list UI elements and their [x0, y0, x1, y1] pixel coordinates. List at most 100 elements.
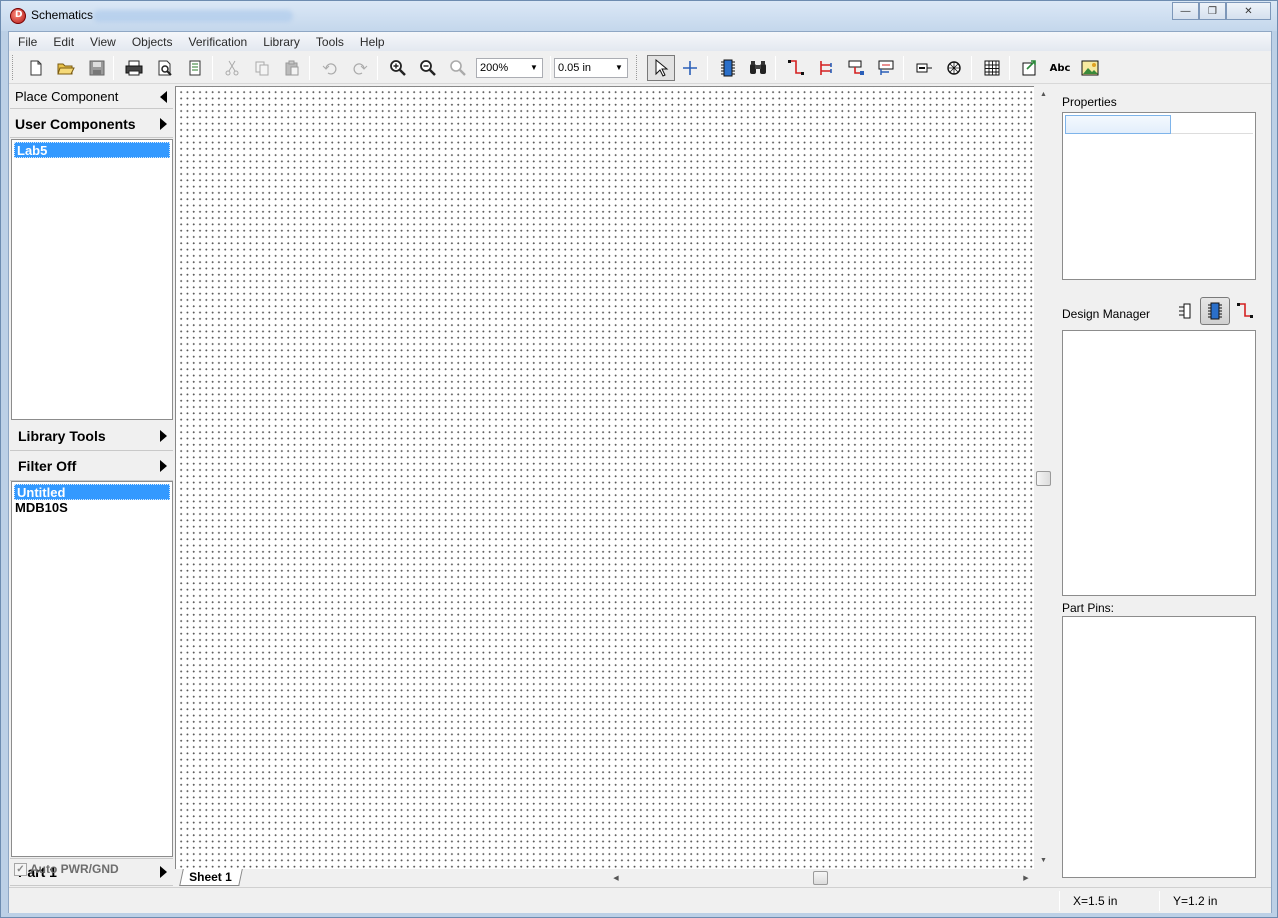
- open-folder-icon[interactable]: [55, 57, 77, 79]
- cut-icon[interactable]: [221, 57, 243, 79]
- menu-verification[interactable]: Verification: [180, 35, 255, 49]
- toolbar-separator: [113, 56, 114, 80]
- zoom-in-icon[interactable]: [387, 57, 409, 79]
- net-label-icon[interactable]: [875, 57, 897, 79]
- menu-objects[interactable]: Objects: [123, 35, 180, 49]
- close-button[interactable]: ✕: [1226, 2, 1271, 20]
- window-title: Schematics: [31, 8, 94, 22]
- main-toolbar: 200% ▼ 0.05 in ▼ Abc: [9, 51, 1271, 84]
- status-x-coord: X=1.5 in: [1073, 894, 1118, 908]
- design-manager-list[interactable]: [1062, 330, 1256, 596]
- blurred-title-extra: [93, 10, 293, 22]
- menu-file[interactable]: File: [9, 35, 44, 49]
- component-list[interactable]: Untitled MDB10S: [11, 481, 173, 857]
- library-tools-header[interactable]: Library Tools: [10, 421, 173, 451]
- menu-edit[interactable]: Edit: [44, 35, 81, 49]
- undo-icon[interactable]: [319, 57, 341, 79]
- user-components-list[interactable]: Lab5: [11, 139, 173, 420]
- grid-size-value: 0.05 in: [558, 62, 592, 74]
- grid-size-select[interactable]: 0.05 in ▼: [554, 58, 628, 78]
- zoom-select[interactable]: 200% ▼: [476, 58, 543, 78]
- auto-pwr-gnd-checkbox[interactable]: ✓ Auto PWR/GND: [14, 862, 119, 876]
- list-item[interactable]: MDB10S: [12, 500, 172, 516]
- expand-arrow-icon[interactable]: [160, 866, 167, 878]
- scroll-down-icon[interactable]: ▼: [1035, 852, 1052, 869]
- dropdown-arrow-icon: ▼: [530, 63, 538, 72]
- part-pins-list[interactable]: [1062, 616, 1256, 878]
- new-file-icon[interactable]: [25, 57, 47, 79]
- properties-title: Properties: [1062, 95, 1117, 109]
- list-item[interactable]: Untitled: [14, 484, 170, 500]
- design-manager-title: Design Manager: [1062, 307, 1151, 321]
- print-preview-icon[interactable]: [154, 57, 176, 79]
- expand-arrow-icon[interactable]: [160, 429, 167, 442]
- pin-icon[interactable]: [913, 57, 935, 79]
- minimize-button[interactable]: —: [1172, 2, 1199, 20]
- scroll-up-icon[interactable]: ▲: [1035, 86, 1052, 103]
- expand-arrow-icon[interactable]: [160, 117, 167, 130]
- report-icon[interactable]: [184, 57, 206, 79]
- vertical-scroll-thumb[interactable]: [1036, 471, 1051, 486]
- picture-icon[interactable]: [1079, 57, 1101, 79]
- title-bar: D Schematics — ❐ ✕: [1, 1, 1277, 31]
- part-pins-title: Part Pins:: [1062, 601, 1115, 615]
- user-components-header[interactable]: User Components: [10, 110, 173, 138]
- auto-pwr-gnd-label: Auto PWR/GND: [30, 862, 119, 876]
- collapse-arrow-icon[interactable]: [160, 90, 167, 103]
- right-panel: Properties Design Manager Part Pins:: [1053, 85, 1271, 885]
- property-cell[interactable]: [1065, 115, 1171, 134]
- select-pointer-icon[interactable]: [647, 55, 675, 81]
- zoom-fit-icon[interactable]: [447, 57, 469, 79]
- crosshair-icon[interactable]: [679, 57, 701, 79]
- place-component-header[interactable]: Place Component: [10, 85, 173, 109]
- toolbar-separator: [707, 56, 708, 80]
- tab-sheet-1[interactable]: Sheet 1: [179, 869, 243, 886]
- left-panel: Place Component User Components Lab5 Lib…: [10, 85, 173, 886]
- properties-grid[interactable]: [1062, 112, 1256, 280]
- save-icon[interactable]: [86, 57, 108, 79]
- pattern-icon[interactable]: [943, 57, 965, 79]
- restore-button[interactable]: ❐: [1199, 2, 1226, 20]
- paste-icon[interactable]: [281, 57, 303, 79]
- menu-help[interactable]: Help: [351, 35, 392, 49]
- horizontal-scrollbar[interactable]: ◀ ▶: [609, 870, 1033, 886]
- app-logo-icon: D: [10, 8, 26, 24]
- toolbar-grip[interactable]: [12, 55, 15, 80]
- list-item[interactable]: Lab5: [14, 142, 170, 158]
- scroll-right-icon[interactable]: ▶: [1019, 870, 1033, 886]
- checkbox-check-icon[interactable]: ✓: [14, 862, 27, 876]
- property-value-cell[interactable]: [1171, 115, 1253, 134]
- expand-arrow-icon[interactable]: [160, 460, 167, 472]
- filter-header[interactable]: Filter Off: [10, 452, 173, 481]
- toolbar-grip[interactable]: [636, 55, 639, 80]
- dm-nets-icon[interactable]: [1230, 297, 1260, 325]
- scroll-left-icon[interactable]: ◀: [609, 870, 623, 886]
- status-y-coord: Y=1.2 in: [1173, 894, 1218, 908]
- menu-view[interactable]: View: [81, 35, 123, 49]
- toolbar-separator: [309, 56, 310, 80]
- toolbar-separator: [903, 56, 904, 80]
- sheet-bar: Sheet 1 ◀ ▶: [175, 869, 1052, 887]
- bus-icon[interactable]: [815, 57, 837, 79]
- print-icon[interactable]: [123, 57, 145, 79]
- horizontal-scroll-thumb[interactable]: [813, 871, 828, 885]
- zoom-out-icon[interactable]: [417, 57, 439, 79]
- copy-icon[interactable]: [251, 57, 273, 79]
- menu-bar: File Edit View Objects Verification Libr…: [9, 32, 1271, 51]
- redo-icon[interactable]: [349, 57, 371, 79]
- add-component-chip-icon[interactable]: [717, 57, 739, 79]
- dm-components-icon[interactable]: [1170, 297, 1200, 325]
- menu-library[interactable]: Library: [254, 35, 307, 49]
- menu-tools[interactable]: Tools: [307, 35, 351, 49]
- export-icon[interactable]: [1019, 57, 1041, 79]
- net-port-icon[interactable]: [845, 57, 867, 79]
- table-icon[interactable]: [981, 57, 1003, 79]
- dropdown-arrow-icon: ▼: [615, 63, 623, 72]
- schematic-canvas[interactable]: [175, 86, 1034, 869]
- text-abc-icon[interactable]: Abc: [1049, 57, 1071, 79]
- status-separator: [1059, 891, 1060, 911]
- wire-icon[interactable]: [785, 57, 807, 79]
- find-binoculars-icon[interactable]: [747, 57, 769, 79]
- dm-chip-icon[interactable]: [1200, 297, 1230, 325]
- vertical-scrollbar[interactable]: ▲ ▼: [1035, 86, 1052, 869]
